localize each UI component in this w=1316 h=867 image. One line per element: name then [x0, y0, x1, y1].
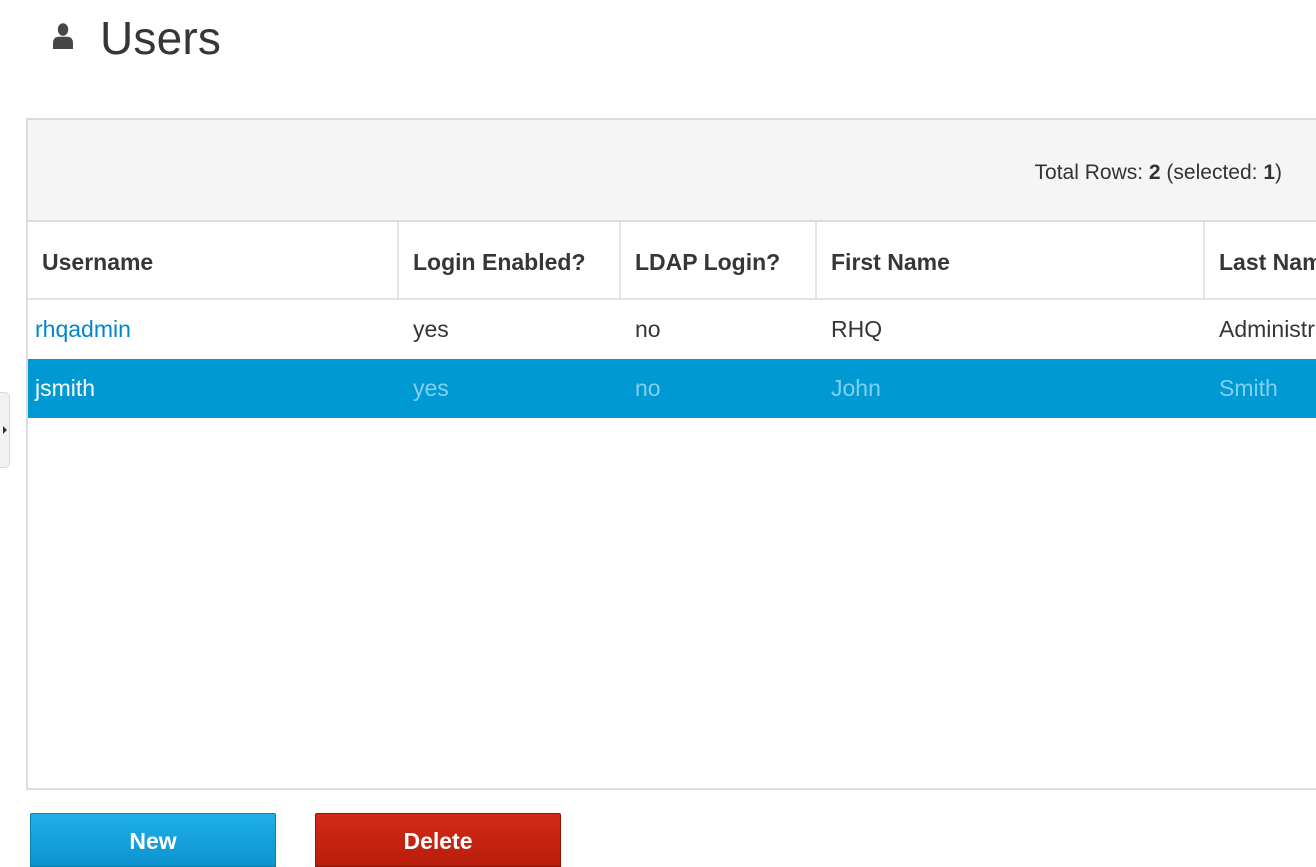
arrow-right-icon: [3, 426, 7, 434]
ldap-login-cell: no: [635, 316, 661, 342]
username-link[interactable]: jsmith: [28, 359, 399, 417]
table-row-selected[interactable]: jsmith yes no John Smith: [28, 359, 1316, 418]
username-link[interactable]: rhqadmin: [28, 300, 399, 358]
new-button[interactable]: New: [30, 813, 276, 867]
last-name-cell: Smith: [1219, 375, 1278, 401]
row-count-selected-prefix: (selected:: [1160, 161, 1264, 184]
table-header-row: Username Login Enabled? LDAP Login? Firs…: [28, 222, 1316, 300]
sidebar-collapse-handle[interactable]: [0, 392, 10, 468]
table-toolbar: Total Rows: 2 (selected: 1): [28, 120, 1316, 222]
row-count-selected: 1: [1263, 161, 1275, 184]
row-count-prefix: Total Rows:: [1034, 161, 1149, 184]
delete-button[interactable]: Delete: [315, 813, 561, 867]
page-title: Users: [100, 12, 222, 64]
table-row[interactable]: rhqadmin yes no RHQ Administrator: [28, 300, 1316, 359]
row-count-status: Total Rows: 2 (selected: 1): [1035, 161, 1282, 185]
login-enabled-cell: yes: [413, 316, 449, 342]
column-header-last-name[interactable]: Last Name: [1205, 222, 1316, 298]
table-body: rhqadmin yes no RHQ Administrator jsmith…: [28, 300, 1316, 418]
first-name-cell: John: [831, 375, 881, 401]
first-name-cell: RHQ: [831, 316, 883, 342]
column-header-username[interactable]: Username: [28, 222, 399, 298]
column-header-first-name[interactable]: First Name: [817, 222, 1205, 298]
page-header: Users: [52, 8, 221, 68]
ldap-login-cell: no: [635, 375, 661, 401]
row-count-suffix: ): [1275, 161, 1282, 184]
login-enabled-cell: yes: [413, 375, 449, 401]
users-page: Users Total Rows: 2 (selected: 1) Userna…: [0, 0, 1316, 867]
users-table: Total Rows: 2 (selected: 1) Username Log…: [26, 118, 1316, 790]
user-icon: [53, 23, 73, 49]
column-header-ldap-login[interactable]: LDAP Login?: [621, 222, 817, 298]
last-name-cell: Administrator: [1219, 316, 1316, 342]
row-count-total: 2: [1148, 161, 1161, 184]
column-header-login-enabled[interactable]: Login Enabled?: [399, 222, 621, 298]
